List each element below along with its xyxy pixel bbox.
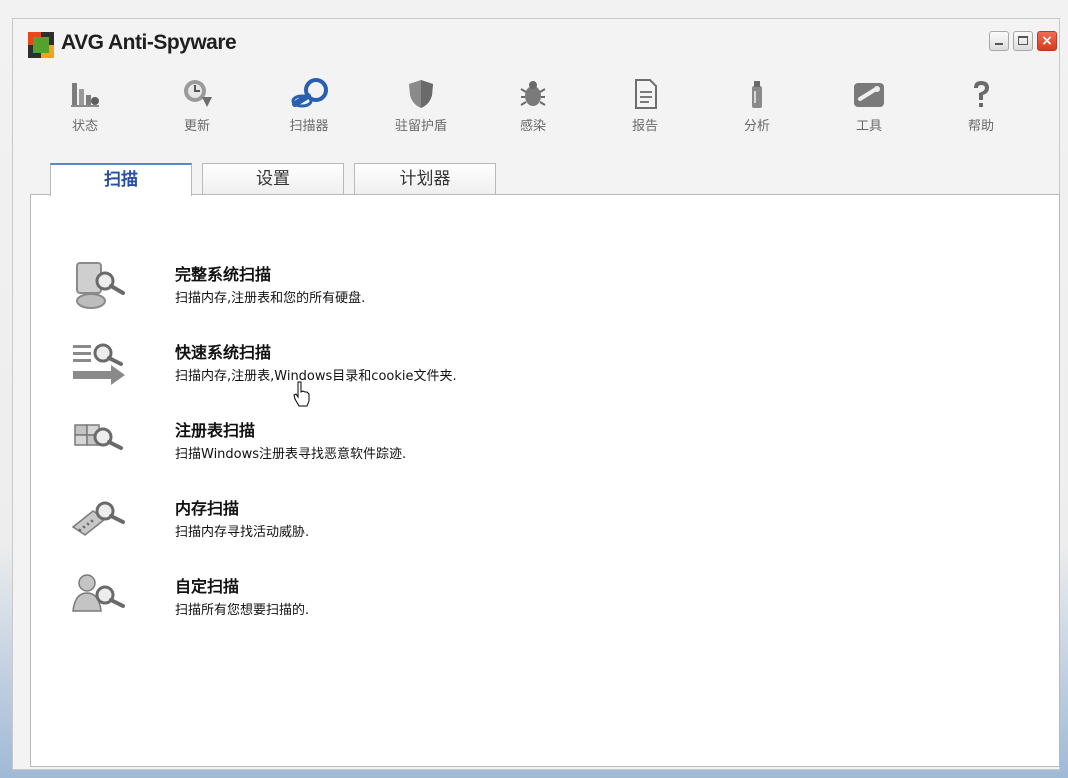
minimize-icon (995, 43, 1003, 45)
tab-scan[interactable]: 扫描 (50, 163, 192, 196)
toolbar-analysis-label: 分析 (743, 119, 770, 134)
toolbar-scanner-label: 扫描器 (289, 119, 329, 134)
registry-scan-desc: 扫描Windows注册表寻找恶意软件踪迹. (175, 447, 407, 462)
quick-scan-desc: 扫描内存,注册表,Windows目录和cookie文件夹. (175, 369, 457, 384)
title-bar: AVG Anti-Spyware × (13, 19, 1059, 69)
scan-item-registry[interactable]: 注册表扫描 扫描Windows注册表寻找恶意软件踪迹. (71, 415, 771, 477)
avg-logo-icon (28, 32, 54, 58)
registry-scan-icon (74, 424, 123, 450)
toolbar-infections-label: 感染 (519, 119, 546, 134)
custom-scan-title: 自定扫描 (175, 577, 240, 596)
toolbar-tools[interactable]: 工具 (819, 73, 919, 145)
toolbar-status-label: 状态 (71, 119, 98, 134)
custom-scan-desc: 扫描所有您想要扫描的. (175, 603, 310, 618)
registry-scan-title: 注册表扫描 (175, 421, 256, 440)
toolbar-reports-label: 报告 (631, 119, 658, 134)
scan-item-custom[interactable]: 自定扫描 扫描所有您想要扫描的. (71, 571, 771, 633)
scanner-icon (291, 78, 328, 108)
toolbar-infections[interactable]: 感染 (483, 73, 583, 145)
app-window: AVG Anti-Spyware × 状态 更新 扫描器 驻留护盾 感染 报告 … (12, 18, 1060, 770)
scan-item-full[interactable]: 完整系统扫描 扫描内存,注册表和您的所有硬盘. (71, 259, 771, 321)
hand-cursor-icon (293, 381, 310, 407)
toolbar-resident-shield-label: 驻留护盾 (394, 119, 447, 134)
memory-scan-icon (71, 501, 125, 536)
custom-scan-icon (72, 574, 125, 612)
main-toolbar: 状态 更新 扫描器 驻留护盾 感染 报告 分析 工具 帮助 (13, 73, 1053, 145)
report-icon (635, 79, 657, 109)
scan-item-quick[interactable]: 快速系统扫描 扫描内存,注册表,Windows目录和cookie文件夹. (71, 337, 771, 399)
scan-item-memory[interactable]: 内存扫描 扫描内存寻找活动威胁. (71, 493, 771, 555)
help-icon (974, 81, 989, 107)
toolbar-update[interactable]: 更新 (147, 73, 247, 145)
tab-scheduler[interactable]: 计划器 (354, 163, 496, 195)
scan-panel: 完整系统扫描 扫描内存,注册表和您的所有硬盘. 快速系统扫描 扫描内存,注册表,… (30, 194, 1060, 767)
toolbar-resident-shield[interactable]: 驻留护盾 (371, 73, 471, 145)
close-button[interactable]: × (1037, 31, 1057, 51)
app-title: AVG Anti-Spyware (61, 31, 237, 54)
toolbar-scanner[interactable]: 扫描器 (259, 73, 359, 145)
toolbar-help-label: 帮助 (967, 119, 994, 134)
maximize-icon (1018, 36, 1028, 45)
full-scan-desc: 扫描内存,注册表和您的所有硬盘. (175, 291, 366, 306)
update-icon (184, 80, 212, 107)
window-controls: × (989, 31, 1057, 51)
toolbar-tools-label: 工具 (855, 119, 882, 134)
toolbar-reports[interactable]: 报告 (595, 73, 695, 145)
tab-settings[interactable]: 设置 (202, 163, 344, 195)
close-icon: × (1041, 33, 1053, 49)
analysis-icon (752, 81, 762, 108)
quick-scan-title: 快速系统扫描 (175, 343, 272, 362)
shield-icon (409, 80, 433, 108)
tools-icon (854, 83, 884, 107)
toolbar-analysis[interactable]: 分析 (707, 73, 807, 145)
status-icon (71, 83, 99, 107)
full-scan-icon (76, 262, 125, 309)
memory-scan-title: 内存扫描 (175, 499, 240, 518)
memory-scan-desc: 扫描内存寻找活动威胁. (175, 525, 310, 540)
minimize-button[interactable] (989, 31, 1009, 51)
full-scan-title: 完整系统扫描 (175, 265, 272, 284)
toolbar-help[interactable]: 帮助 (931, 73, 1031, 145)
infection-icon (520, 81, 546, 106)
quick-scan-icon (73, 343, 125, 385)
maximize-button[interactable] (1013, 31, 1033, 51)
toolbar-status[interactable]: 状态 (35, 73, 135, 145)
toolbar-update-label: 更新 (183, 119, 210, 134)
